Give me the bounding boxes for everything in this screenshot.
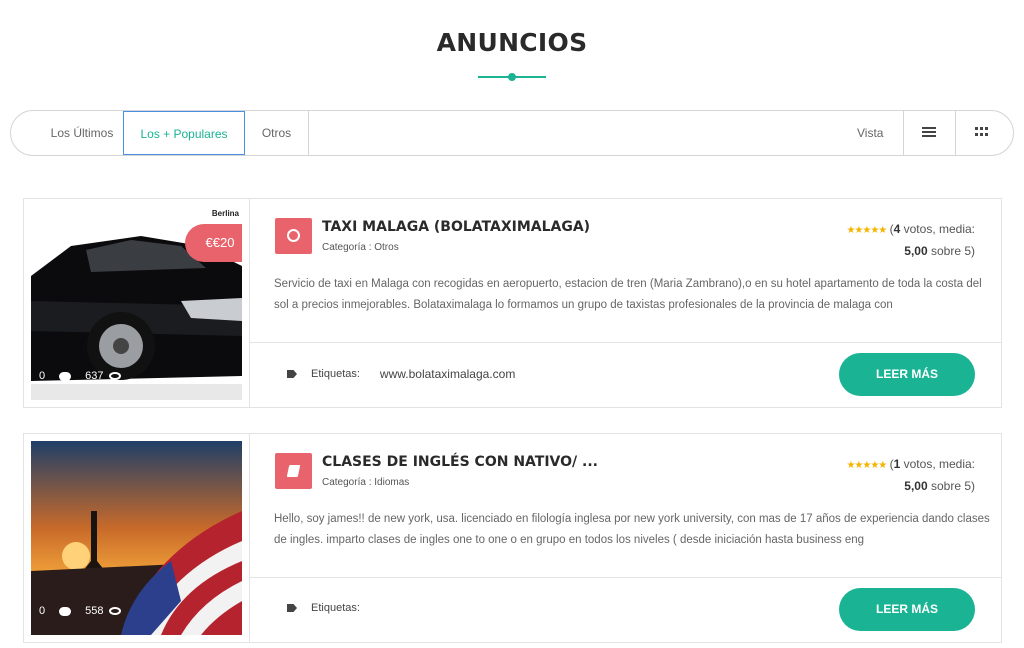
- grid-view-button[interactable]: [955, 111, 1007, 155]
- page-title: ANUNCIOS: [436, 28, 588, 57]
- tags-label: Etiquetas:: [311, 602, 360, 614]
- list-icon: [922, 127, 936, 138]
- comments-count: 0: [39, 605, 46, 617]
- filter-toolbar: Los Últimos Los + Populares Otros Vista: [10, 110, 1014, 156]
- comments-icon: [59, 606, 72, 616]
- listing-thumbnail[interactable]: Berlina €€20 0 637: [31, 206, 242, 400]
- thumb-stats: 0 637: [39, 370, 122, 382]
- listing-title[interactable]: TAXI MALAGA (BOLATAXIMALAGA): [322, 219, 590, 235]
- views-icon: [109, 372, 122, 380]
- thumb-brand-text: Berlina: [211, 209, 239, 218]
- rating-average: 5,00: [904, 479, 928, 493]
- category-icon: [275, 218, 312, 254]
- votes-suffix: votos, media:: [900, 457, 975, 471]
- rating-average: 5,00: [904, 244, 928, 258]
- comments-count: 0: [39, 370, 46, 382]
- listing-card: Berlina €€20 0 637 TAXI MALAGA (BOLATAXI…: [23, 198, 1002, 408]
- listing-card: 0 558 CLASES DE INGLÉS CON NATIVO/ ... C…: [23, 433, 1002, 643]
- listing-thumbnail[interactable]: 0 558: [31, 441, 242, 635]
- listing-title[interactable]: CLASES DE INGLÉS CON NATIVO/ ...: [322, 454, 598, 470]
- book-icon: [286, 465, 301, 477]
- tag-icon: [287, 604, 297, 612]
- read-more-button[interactable]: LEER MÁS: [839, 353, 975, 396]
- tag-icon: [287, 370, 297, 378]
- title-separator: [478, 73, 546, 81]
- listing-category[interactable]: Categoría : Idiomas: [322, 477, 409, 488]
- list-view-button[interactable]: [903, 111, 955, 155]
- category-icon: [275, 453, 312, 489]
- stars-icon: ★★★★★: [846, 225, 887, 236]
- tab-latest[interactable]: Los Últimos: [31, 111, 133, 155]
- average-suffix: sobre 5): [927, 244, 975, 258]
- listing-category[interactable]: Categoría : Otros: [322, 242, 399, 253]
- stars-icon: ★★★★★: [846, 460, 887, 471]
- price-badge: €€20: [185, 224, 242, 262]
- tab-others[interactable]: Otros: [245, 111, 309, 155]
- grid-icon: [975, 127, 988, 138]
- tag-link[interactable]: www.bolataximalaga.com: [380, 367, 515, 381]
- gear-icon: [287, 229, 300, 242]
- views-count: 558: [85, 605, 104, 617]
- tags-row: Etiquetas:: [287, 602, 380, 614]
- views-icon: [109, 607, 122, 615]
- tags-row: Etiquetas: www.bolataximalaga.com: [287, 367, 515, 381]
- tags-label: Etiquetas:: [311, 368, 360, 380]
- listing-description: Hello, soy james!! de new york, usa. lic…: [274, 513, 990, 546]
- thumb-stats: 0 558: [39, 605, 122, 617]
- rating-block: ★★★★★ (4 votos, media: 5,00 sobre 5): [815, 219, 975, 261]
- view-label: Vista: [857, 126, 884, 140]
- comments-icon: [59, 371, 72, 381]
- votes-suffix: votos, media:: [900, 222, 975, 236]
- average-suffix: sobre 5): [927, 479, 975, 493]
- read-more-button[interactable]: LEER MÁS: [839, 588, 975, 631]
- views-count: 637: [85, 370, 104, 382]
- listing-description: Servicio de taxi en Malaga con recogidas…: [274, 278, 982, 311]
- rating-block: ★★★★★ (1 votos, media: 5,00 sobre 5): [815, 454, 975, 496]
- tab-popular[interactable]: Los + Populares: [123, 111, 245, 155]
